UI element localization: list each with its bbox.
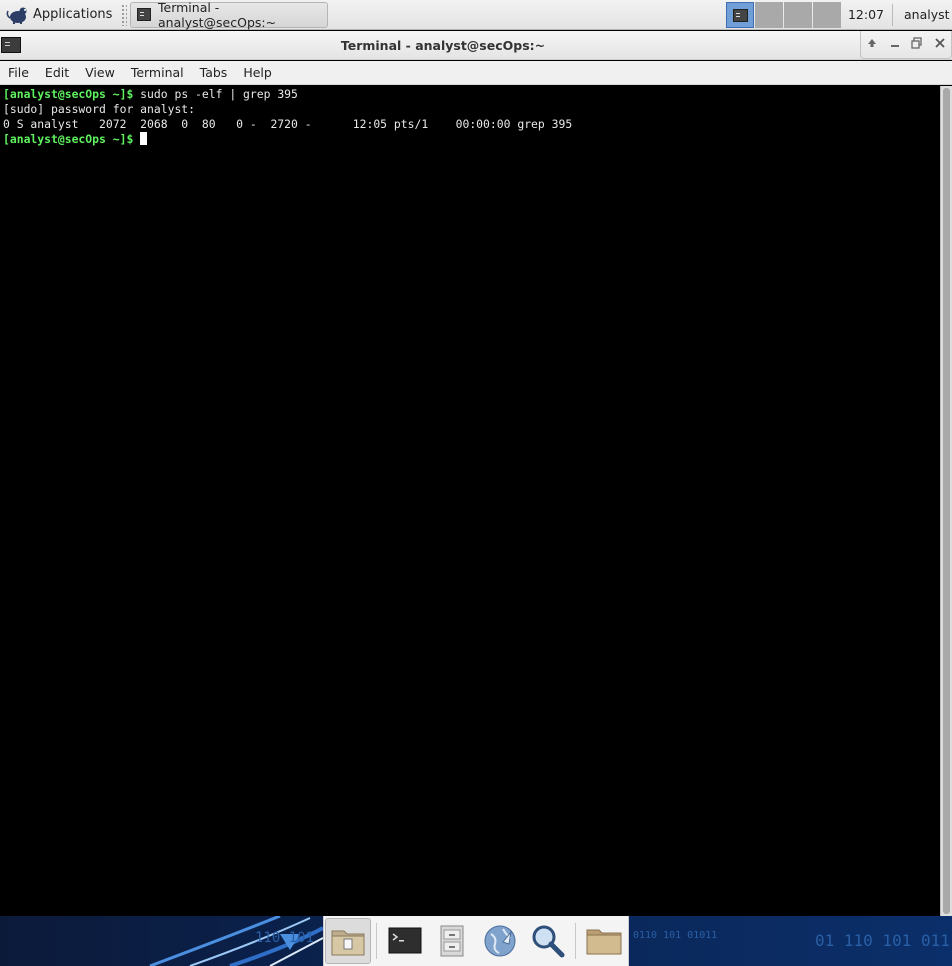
menu-terminal[interactable]: Terminal xyxy=(123,65,192,80)
workspace-2[interactable] xyxy=(755,2,783,28)
shell-prompt: [analyst@secOps ~]$ xyxy=(3,87,134,101)
up-arrow-icon[interactable] xyxy=(863,37,881,52)
panel-handle[interactable] xyxy=(121,3,128,26)
menu-view[interactable]: View xyxy=(77,65,123,80)
applications-menu[interactable]: Applications xyxy=(0,0,118,30)
folder-icon xyxy=(586,929,622,955)
minimize-icon[interactable] xyxy=(886,37,904,52)
application-dock xyxy=(323,916,629,966)
top-panel: Applications Terminal - analyst@secOps:~… xyxy=(0,0,952,30)
terminal-line-3: 0 S analyst 2072 2068 0 80 0 - 2720 - 12… xyxy=(3,117,573,131)
taskbar-terminal-button[interactable]: Terminal - analyst@secOps:~ xyxy=(130,0,329,30)
workspace-switcher xyxy=(726,2,842,28)
maximize-icon[interactable] xyxy=(908,37,926,52)
menu-bar: File Edit View Terminal Tabs Help xyxy=(0,61,952,85)
clock[interactable]: 12:07 xyxy=(842,0,890,30)
menu-file[interactable]: File xyxy=(0,65,37,80)
file-cabinet-icon xyxy=(440,925,464,957)
terminal-icon xyxy=(388,927,422,954)
window-controls xyxy=(860,31,952,59)
workspace-3[interactable] xyxy=(784,2,812,28)
dock-separator xyxy=(575,923,577,959)
wallpaper-binary-mid: 0110 101 01011 xyxy=(633,930,718,941)
shell-prompt: [analyst@secOps ~]$ xyxy=(3,132,134,146)
dock-file-manager[interactable] xyxy=(325,918,371,964)
terminal-line-2: [sudo] password for analyst: xyxy=(3,102,196,116)
terminal-scrollbar[interactable] xyxy=(940,86,952,916)
dock-file-cabinet[interactable] xyxy=(429,918,475,964)
window-titlebar[interactable]: Terminal - analyst@secOps:~ xyxy=(0,31,952,60)
menu-edit[interactable]: Edit xyxy=(37,65,77,80)
applications-label: Applications xyxy=(33,7,113,22)
wallpaper-binary-right: 01 110 101 011 xyxy=(815,931,950,950)
terminal-icon xyxy=(137,8,151,21)
close-icon[interactable] xyxy=(931,37,949,52)
dock-terminal[interactable] xyxy=(382,918,428,964)
taskbar-terminal-label: Terminal - analyst@secOps:~ xyxy=(158,0,277,30)
menu-tabs[interactable]: Tabs xyxy=(192,65,236,80)
wallpaper-binary-left: 110 101 xyxy=(255,930,315,946)
terminal-output[interactable]: [analyst@secOps ~]$ sudo ps -elf | grep … xyxy=(0,86,940,916)
dock-folder[interactable] xyxy=(581,918,627,964)
workspace-4[interactable] xyxy=(813,2,841,28)
search-icon xyxy=(532,925,565,958)
desktop-bottom: 110 101 0110 101 01011 01 110 101 011 xyxy=(0,916,952,966)
web-browser-icon xyxy=(484,925,516,957)
scrollbar-thumb[interactable] xyxy=(943,88,950,914)
dock-web-browser[interactable] xyxy=(477,918,523,964)
file-manager-icon xyxy=(331,930,365,956)
workspace-1[interactable] xyxy=(726,2,754,28)
terminal-line-1: [analyst@secOps ~]$ sudo ps -elf | grep … xyxy=(3,87,937,102)
command-text: sudo ps -elf | grep 395 xyxy=(133,87,298,101)
panel-separator xyxy=(892,4,893,26)
text-cursor xyxy=(140,132,148,145)
dock-separator xyxy=(375,923,377,959)
xfce-mouse-icon xyxy=(6,7,27,24)
user-menu[interactable]: analyst xyxy=(896,0,950,30)
menu-help[interactable]: Help xyxy=(235,65,280,80)
window-title: Terminal - analyst@secOps:~ xyxy=(340,38,546,53)
terminal-icon xyxy=(732,8,748,22)
dock-search[interactable] xyxy=(525,918,571,964)
terminal-line-4: [analyst@secOps ~]$ xyxy=(3,132,937,147)
